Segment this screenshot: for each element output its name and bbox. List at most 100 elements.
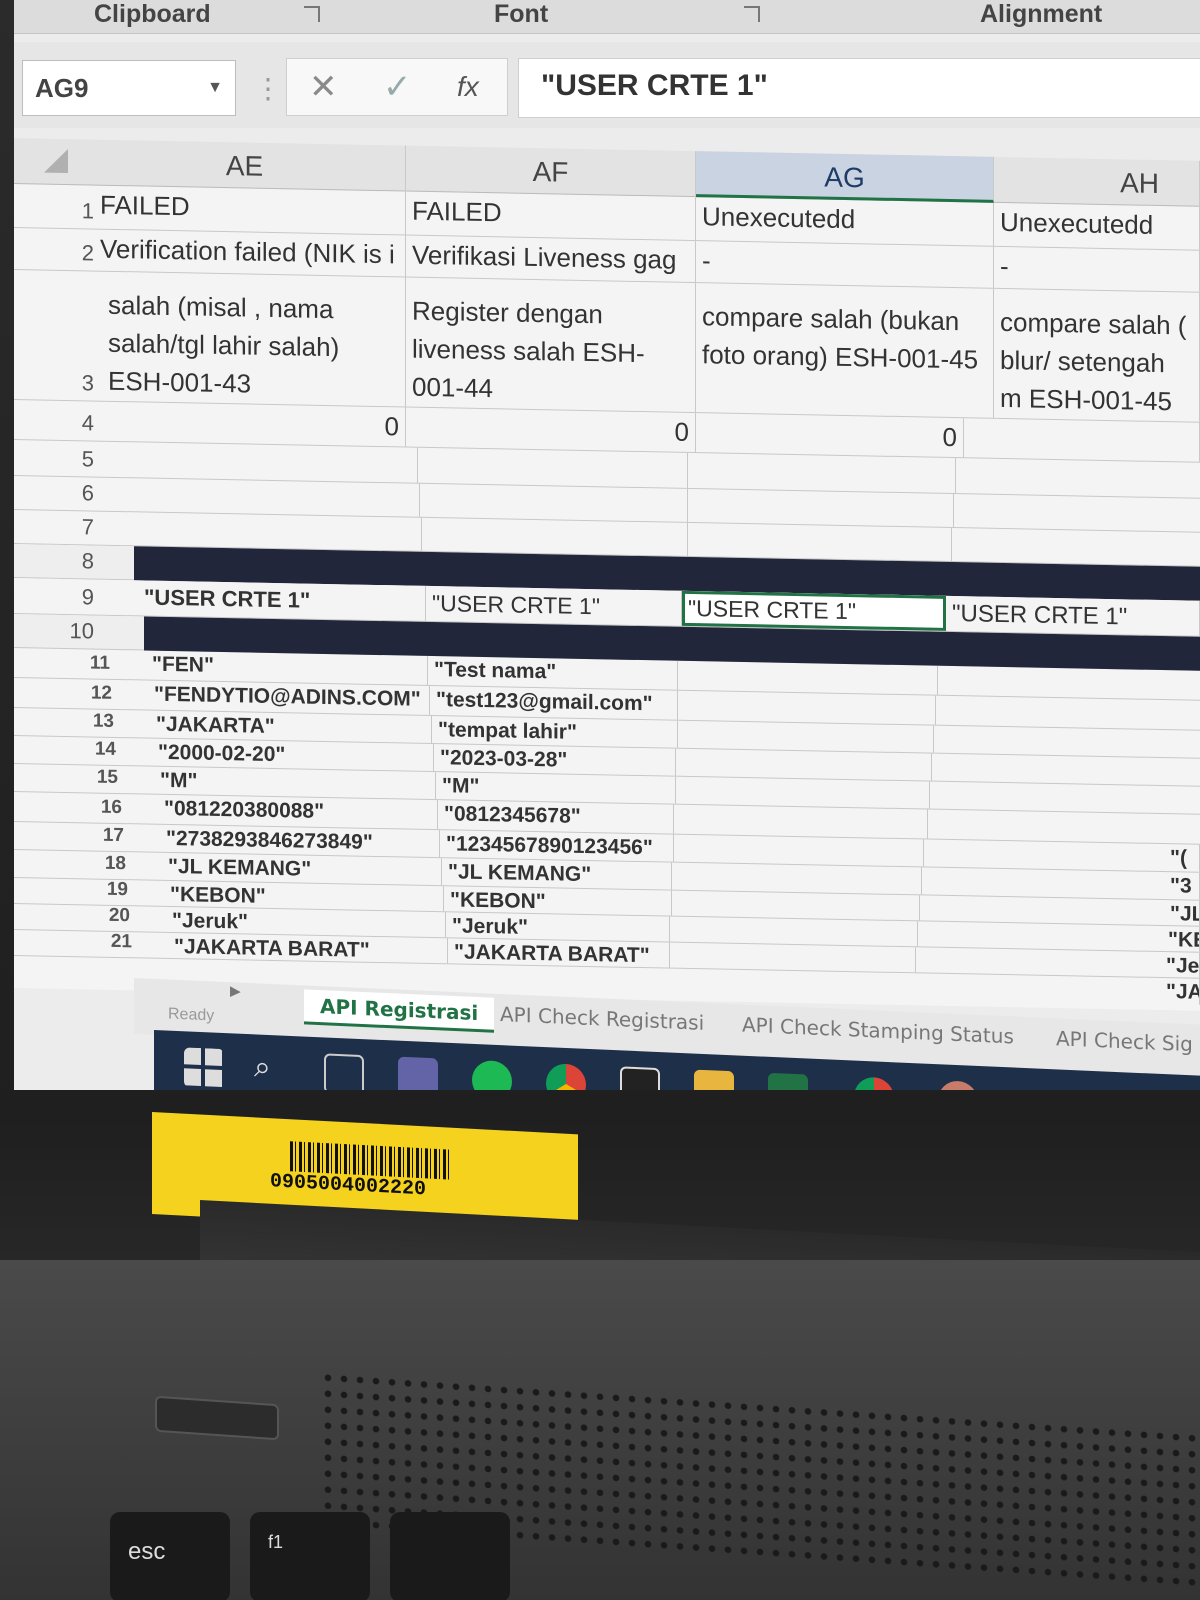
cell-ae5[interactable] — [118, 441, 418, 483]
cell-af12[interactable]: "test123@gmail.com" — [430, 685, 678, 720]
cell-af4[interactable]: 0 — [406, 407, 696, 453]
cell-af21[interactable]: "JAKARTA BARAT" — [448, 938, 670, 968]
row-number[interactable]: 9 — [44, 584, 100, 611]
cell-ae16[interactable]: "081220380088" — [158, 794, 438, 830]
cell-ag3[interactable]: compare salah (bukan foto orang) ESH-001… — [696, 283, 994, 418]
insert-function-icon[interactable]: fx — [457, 71, 479, 103]
cell-af1[interactable]: FAILED — [406, 191, 696, 241]
row-number[interactable]: 16 — [72, 796, 128, 819]
cell-ah17[interactable]: "( — [1164, 844, 1200, 872]
cell-af15[interactable]: "M" — [436, 772, 676, 804]
cell-ag16[interactable] — [674, 804, 928, 839]
cell-ah2[interactable]: - — [994, 246, 1200, 292]
cell-af6[interactable] — [420, 483, 688, 522]
cell-ag13[interactable] — [678, 720, 934, 753]
tab-scroll-icon[interactable]: ▶ — [230, 982, 241, 999]
cell-ae1[interactable]: FAILED — [94, 185, 406, 235]
paint-icon[interactable] — [938, 1080, 978, 1090]
teams-icon[interactable] — [398, 1056, 438, 1090]
file-explorer-icon[interactable] — [694, 1069, 734, 1090]
cell-ah1[interactable]: Unexecutedd — [994, 202, 1200, 250]
cell-af11[interactable]: "Test nama" — [428, 655, 678, 690]
row-number[interactable]: 1 — [44, 198, 100, 225]
cell-af14[interactable]: "2023-03-28" — [434, 744, 676, 776]
cell-af9[interactable]: "USER CRTE 1" — [426, 585, 682, 626]
cell-ae12[interactable]: "FENDYTIO@ADINS.COM" — [148, 680, 430, 715]
column-header-af[interactable]: AF — [406, 145, 696, 198]
cell-ag15[interactable] — [676, 776, 930, 809]
row-number[interactable]: 12 — [62, 682, 118, 705]
cell-ah20[interactable]: "KE — [1162, 926, 1200, 952]
name-box[interactable]: AG9 ▼ — [22, 60, 236, 116]
cell-ah21[interactable]: "Jer — [1160, 952, 1200, 978]
row-number[interactable]: 3 — [44, 370, 100, 397]
settings-icon[interactable]: ⚙ — [1018, 1084, 1058, 1090]
cell-ae15[interactable]: "M" — [154, 766, 436, 800]
cell-ae17[interactable]: "2738293846273849" — [160, 824, 440, 858]
cell-ah9[interactable]: "USER CRTE 1" — [946, 595, 1200, 636]
cell-ae3[interactable]: salah (misal , nama salah/tgl lahir sala… — [102, 271, 406, 407]
cancel-icon[interactable]: ✕ — [309, 67, 338, 107]
search-icon[interactable]: ⌕ — [254, 1050, 294, 1090]
notes-icon[interactable] — [620, 1066, 660, 1090]
cell-ah22[interactable]: "JAK — [1160, 978, 1200, 1005]
cell-ae7[interactable] — [124, 512, 422, 551]
select-all-icon[interactable] — [44, 148, 68, 174]
clipboard-launcher-icon[interactable] — [304, 6, 320, 22]
row-number[interactable]: 10 — [44, 618, 100, 645]
cell-ae11[interactable]: "FEN" — [146, 650, 428, 685]
row-number[interactable]: 15 — [68, 766, 124, 789]
cell-af19[interactable]: "KEBON" — [444, 886, 672, 916]
cell-ag21[interactable] — [670, 942, 916, 973]
spotify-icon[interactable] — [472, 1059, 512, 1090]
f1-key[interactable]: f1 — [250, 1512, 370, 1600]
cell-ag20[interactable] — [670, 916, 918, 947]
cell-af3[interactable]: Register dengan liveness salah ESH-001-4… — [406, 277, 696, 413]
cell-af20[interactable]: "Jeruk" — [446, 912, 670, 942]
cell-ah4[interactable] — [964, 418, 1200, 462]
tab-api-registrasi[interactable]: API Registrasi — [304, 989, 495, 1033]
cell-ae6[interactable] — [122, 478, 420, 517]
row-number[interactable]: 4 — [44, 410, 100, 437]
row-number[interactable]: 20 — [80, 904, 136, 927]
cell-af5[interactable] — [418, 447, 688, 488]
chrome-icon[interactable] — [546, 1063, 586, 1090]
row-number[interactable]: 19 — [78, 878, 134, 901]
more-options-icon[interactable]: ⋮ — [254, 72, 282, 105]
cell-ag19[interactable] — [672, 890, 920, 921]
excel-icon[interactable] — [768, 1072, 808, 1090]
cell-ae14[interactable]: "2000-02-20" — [152, 738, 434, 772]
row-number[interactable]: 6 — [44, 480, 100, 507]
cell-ag4[interactable]: 0 — [696, 413, 964, 458]
cell-ag9[interactable]: "USER CRTE 1" — [682, 590, 946, 631]
esc-key[interactable]: esc — [110, 1512, 230, 1600]
column-header-ae[interactable]: AE — [84, 139, 406, 192]
cell-af17[interactable]: "1234567890123456" — [440, 830, 674, 862]
cell-ae2[interactable]: Verification failed (NIK is i — [94, 229, 406, 277]
chevron-down-icon[interactable]: ▼ — [207, 79, 223, 97]
column-header-ah[interactable]: AH — [994, 156, 1200, 207]
cell-ag5[interactable] — [688, 452, 956, 494]
cell-af7[interactable] — [422, 517, 688, 556]
row-number[interactable]: 2 — [44, 240, 100, 267]
cell-ae18[interactable]: "JL KEMANG" — [162, 852, 442, 886]
row-number[interactable]: 21 — [82, 930, 138, 953]
cell-ag11[interactable] — [678, 660, 938, 695]
cell-af18[interactable]: "JL KEMANG" — [442, 858, 672, 890]
cell-ag14[interactable] — [676, 748, 932, 781]
cell-ah18[interactable]: "3 — [1164, 872, 1200, 900]
row-number[interactable]: 17 — [74, 824, 130, 847]
row-number[interactable]: 13 — [64, 710, 120, 733]
cell-ag12[interactable] — [678, 690, 936, 725]
column-header-ag[interactable]: AG — [696, 151, 994, 203]
cell-ag6[interactable] — [688, 488, 954, 528]
row-number[interactable]: 7 — [44, 514, 100, 541]
tab-api-check-stamping-status[interactable]: API Check Stamping Status — [726, 1008, 1030, 1053]
cell-ae13[interactable]: "JAKARTA" — [150, 710, 432, 744]
cell-af16[interactable]: "0812345678" — [438, 800, 674, 834]
row-number[interactable]: 18 — [76, 852, 132, 875]
enter-check-icon[interactable]: ✓ — [383, 67, 412, 107]
windows-icon[interactable] — [184, 1047, 224, 1090]
cell-ag2[interactable]: - — [696, 241, 994, 288]
tab-api-check-sig[interactable]: API Check Sig — [1040, 1022, 1200, 1061]
